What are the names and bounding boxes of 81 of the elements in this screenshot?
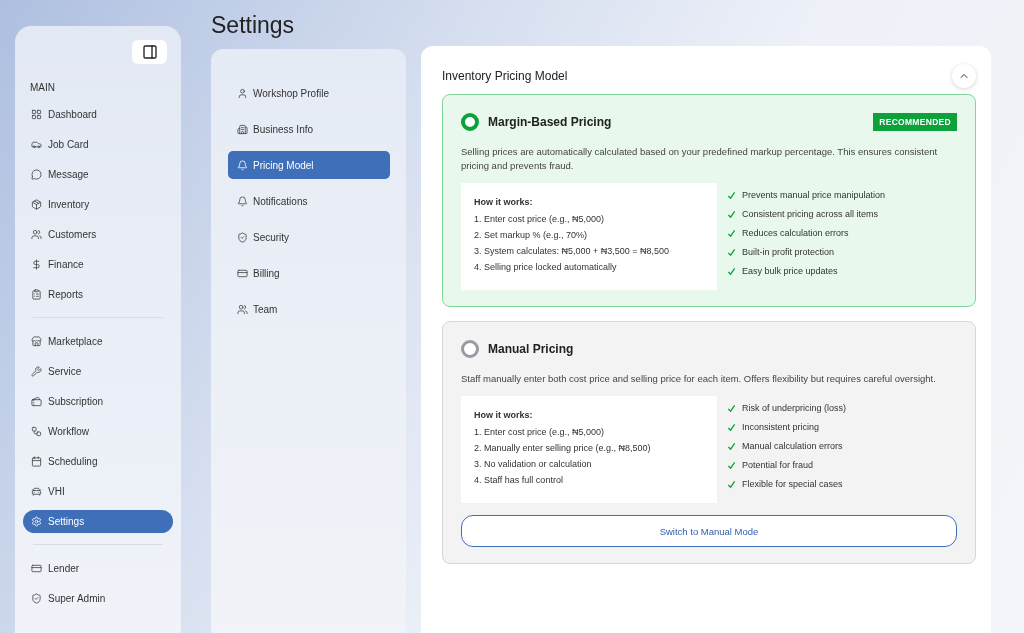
sidebar-item[interactable]: Settings xyxy=(23,510,173,533)
pricing-option-card[interactable] xyxy=(442,321,976,564)
point-text: Prevents manual price manipulation xyxy=(742,190,886,200)
settings-nav-item[interactable]: Workshop Profile xyxy=(228,79,390,107)
car-icon xyxy=(31,486,42,497)
sidebar-item[interactable]: Marketplace xyxy=(23,330,173,353)
sidebar-item[interactable]: Reports xyxy=(23,283,173,306)
people-icon xyxy=(237,303,248,315)
dollar-icon xyxy=(31,259,42,270)
switch-mode-button[interactable]: Switch to Manual Mode xyxy=(461,515,957,547)
sidebar-item[interactable]: Customers xyxy=(23,223,173,246)
point-text: Risk of underpricing (loss) xyxy=(742,403,847,413)
option-description: Selling prices are automatically calculated based on your predefined markup percentage. This ensures consistent pricing and prevents fraud. xyxy=(461,145,939,173)
shield-icon xyxy=(31,593,42,604)
sidebar-item[interactable]: Service xyxy=(23,360,173,383)
step-text: 1. Enter cost price (e.g., ₦5,000) xyxy=(474,214,606,224)
settings-nav-item[interactable]: Team xyxy=(228,295,390,323)
panel-icon xyxy=(141,44,158,60)
settings-nav-item[interactable]: Security xyxy=(228,223,390,251)
radio-button[interactable] xyxy=(461,113,479,131)
point-text: Inconsistent pricing xyxy=(742,422,820,432)
sidebar-item[interactable]: Inventory xyxy=(23,193,173,216)
how-it-works-title: How it works: xyxy=(474,410,534,420)
point-text: Easy bulk price updates xyxy=(742,266,838,276)
point-text: Manual calculation errors xyxy=(742,441,843,451)
step-text: 4. Selling price locked automatically xyxy=(474,262,618,272)
sidebar-item[interactable]: Scheduling xyxy=(23,450,173,473)
sidebar-item[interactable]: Job Card xyxy=(23,133,173,156)
sidebar-item[interactable]: Workflow xyxy=(23,420,173,443)
step-text: 3. No validation or calculation xyxy=(474,459,593,469)
step-text: 1. Enter cost price (e.g., ₦5,000) xyxy=(474,427,606,437)
sidebar-item[interactable]: Subscription xyxy=(23,390,173,413)
step-text: 2. Manually enter selling price (e.g., ₦8,500) xyxy=(474,443,652,453)
box-icon xyxy=(31,199,42,210)
calendar-icon xyxy=(31,456,42,467)
settings-icon xyxy=(31,516,42,527)
recommended-badge: RECOMMENDED xyxy=(873,113,957,131)
sidebar-item[interactable]: Message xyxy=(23,163,173,186)
chat-bubble-icon xyxy=(31,169,42,180)
point-text: Reduces calculation errors xyxy=(742,228,849,238)
step-text: 2. Set markup % (e.g., 70%) xyxy=(474,230,589,240)
how-it-works-title: How it works: xyxy=(474,197,534,207)
bell-icon xyxy=(237,159,248,171)
card-icon xyxy=(31,563,42,574)
point-text: Built-in profit protection xyxy=(742,247,835,257)
ticket-icon xyxy=(31,396,42,407)
settings-nav-item[interactable]: Business Info xyxy=(228,115,390,143)
clipboard-icon xyxy=(31,289,42,300)
sidebar-item[interactable]: Lender xyxy=(23,557,173,580)
shield-icon xyxy=(237,231,248,243)
sidebar-item[interactable]: Dashboard xyxy=(23,103,173,126)
sidebar-toggle-button[interactable] xyxy=(132,40,167,64)
sidebar-item[interactable]: Super Admin xyxy=(23,587,173,610)
car-icon xyxy=(31,139,42,150)
pricing-option-card[interactable] xyxy=(442,94,976,307)
option-title: Margin-Based Pricing xyxy=(488,115,613,129)
page-title: Settings xyxy=(211,12,296,36)
settings-nav-item[interactable]: Billing xyxy=(228,259,390,287)
grid-icon xyxy=(31,109,42,120)
person-icon xyxy=(237,87,248,99)
settings-nav-item[interactable]: Pricing Model xyxy=(228,151,390,179)
sidebar-item[interactable]: VHI xyxy=(23,480,173,503)
section-title: Inventory Pricing Model xyxy=(442,69,568,83)
option-description: Staff manually enter both cost price and selling price for each item. Offers flexibility but requires careful oversight. xyxy=(461,372,937,386)
point-text: Consistent pricing across all items xyxy=(742,209,879,219)
point-text: Flexible for special cases xyxy=(742,479,843,489)
card-icon xyxy=(237,267,248,279)
bell-icon xyxy=(237,195,248,207)
option-title: Manual Pricing xyxy=(488,342,575,356)
workflow-icon xyxy=(31,426,42,437)
step-text: 4. Staff has full control xyxy=(474,475,564,485)
building-icon xyxy=(237,123,248,135)
radio-button[interactable] xyxy=(461,340,479,358)
section-label: MAIN xyxy=(30,82,56,93)
point-text: Potential for fraud xyxy=(742,460,814,470)
store-icon xyxy=(31,336,42,347)
step-text: 3. System calculates: ₦5,000 + ₦3,500 = ₦8,500 xyxy=(474,246,671,256)
wrench-icon xyxy=(31,366,42,377)
people-icon xyxy=(31,229,42,240)
settings-nav-item[interactable]: Notifications xyxy=(228,187,390,215)
sidebar-item[interactable]: Finance xyxy=(23,253,173,276)
